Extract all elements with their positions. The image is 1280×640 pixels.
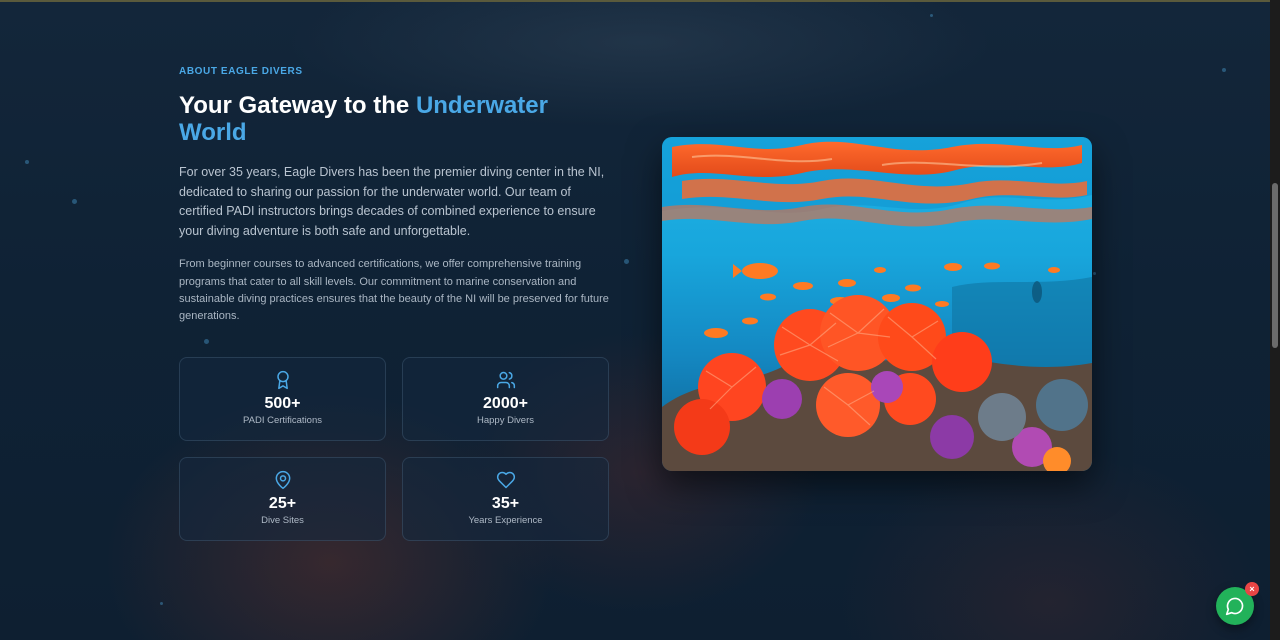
bubble bbox=[624, 259, 629, 264]
bubble bbox=[930, 14, 933, 17]
title-plain: Your Gateway to the bbox=[179, 92, 416, 119]
stat-label: PADI Certifications bbox=[242, 415, 322, 426]
stat-label: Dive Sites bbox=[261, 515, 304, 526]
stat-value: 25+ bbox=[268, 495, 297, 512]
stat-value: 2000+ bbox=[483, 395, 528, 412]
heart-icon bbox=[496, 471, 515, 489]
section-eyebrow: ABOUT EAGLE DIVERS bbox=[179, 66, 303, 77]
bubble bbox=[72, 199, 77, 204]
bubble bbox=[160, 602, 163, 605]
coral-reef-illustration bbox=[662, 137, 1092, 471]
programs-paragraph: From beginner courses to advanced certif… bbox=[179, 258, 609, 323]
stat-value: 500+ bbox=[264, 395, 301, 412]
chat-close-button[interactable]: × bbox=[1245, 582, 1259, 596]
stat-card-dive-sites: 25+ Dive Sites bbox=[179, 457, 386, 541]
bubble bbox=[1093, 272, 1096, 275]
scrollbar-thumb[interactable] bbox=[1272, 183, 1278, 348]
bubble bbox=[204, 339, 209, 344]
stat-card-happy-divers: 2000+ Happy Divers bbox=[402, 357, 609, 441]
about-section: ABOUT EAGLE DIVERS Your Gateway to the U… bbox=[179, 66, 619, 326]
map-pin-icon bbox=[275, 470, 290, 490]
bubble bbox=[25, 160, 29, 164]
stat-value: 35+ bbox=[491, 495, 520, 512]
coral-reef-photo bbox=[662, 137, 1092, 471]
chat-bubble-icon bbox=[1225, 597, 1244, 616]
stat-card-years-experience: 35+ Years Experience bbox=[402, 457, 609, 541]
stat-label: Years Experience bbox=[468, 515, 543, 526]
intro-paragraph: For over 35 years, Eagle Divers has been… bbox=[179, 165, 605, 238]
page-scrollbar[interactable] bbox=[1270, 0, 1280, 640]
users-icon bbox=[496, 371, 515, 389]
stat-label: Happy Divers bbox=[476, 415, 535, 426]
section-title: Your Gateway to the Underwater World bbox=[179, 92, 609, 146]
stat-card-certifications: 500+ PADI Certifications bbox=[179, 357, 386, 441]
bubble bbox=[1222, 68, 1226, 72]
award-icon bbox=[276, 370, 289, 390]
